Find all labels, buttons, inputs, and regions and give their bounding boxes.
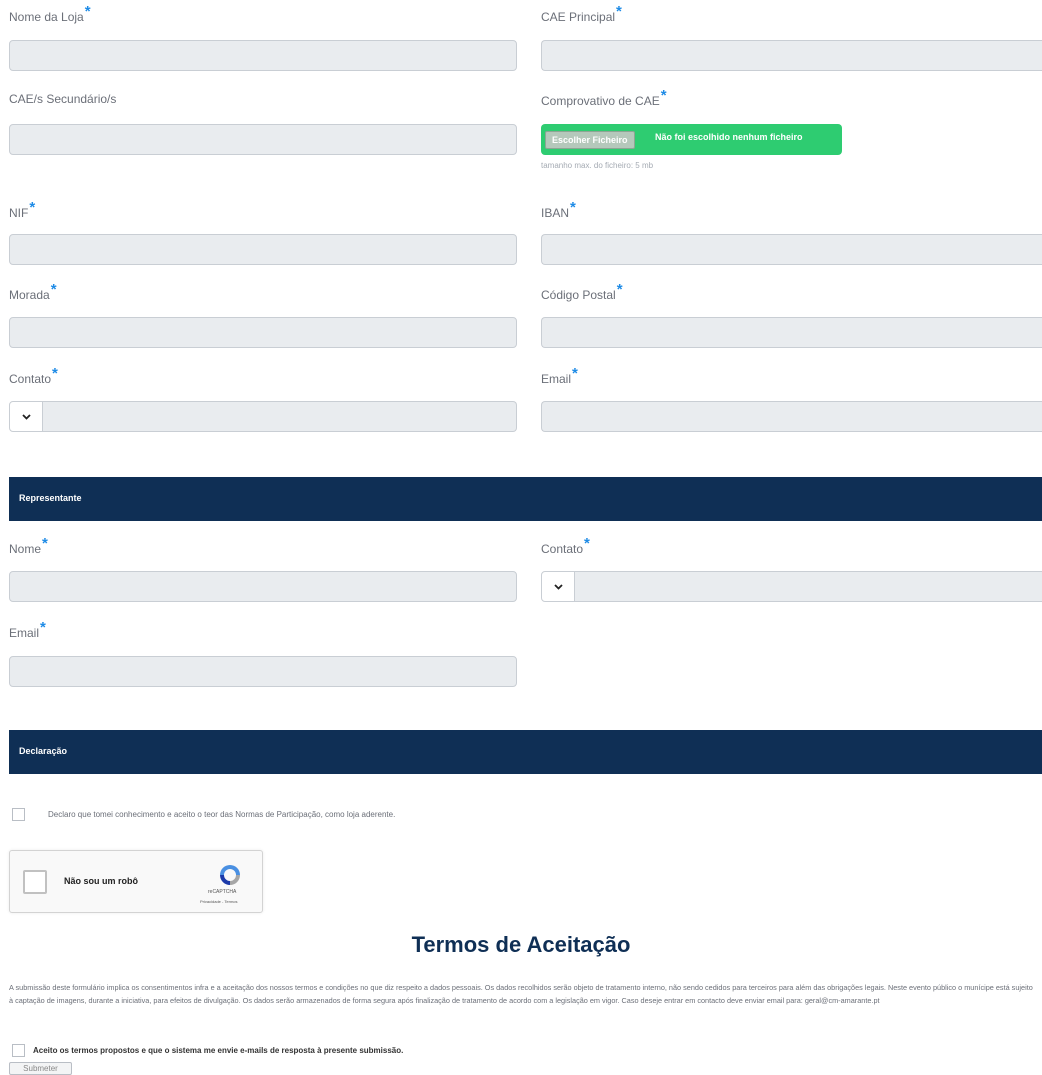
declaracao-checkbox[interactable] [12,808,25,821]
comprovativo-file-input[interactable]: Escolher Ficheiro Não foi escolhido nenh… [541,124,842,155]
codigo-postal-input[interactable] [541,317,1042,348]
morada-label: Morada* [9,281,57,302]
rep-country-code-select[interactable] [541,571,575,602]
country-code-select[interactable] [9,401,43,432]
cae-principal-input[interactable] [541,40,1042,71]
chevron-down-icon [554,584,563,590]
terms-body: A submissão deste formulário implica os … [9,983,1033,1005]
nif-label: NIF* [9,199,36,220]
section-header-declaracao: Declaração [9,730,1042,774]
contato-input[interactable] [43,401,517,432]
nome-loja-input[interactable] [9,40,517,71]
contato-label: Contato* [9,365,58,386]
rep-nome-input[interactable] [9,571,517,602]
recaptcha-logo-icon [220,865,240,885]
email-input[interactable] [541,401,1042,432]
recaptcha-links[interactable]: Privacidade - Termos [200,899,238,904]
comprovativo-cae-label: Comprovativo de CAE* [541,87,667,108]
rep-contato-label: Contato* [541,535,590,556]
submit-button[interactable]: Submeter [9,1062,72,1075]
rep-contato-phone-field [541,571,1042,602]
email-label: Email* [541,365,578,386]
chevron-down-icon [22,414,31,420]
iban-label: IBAN* [541,199,576,220]
rep-contato-input[interactable] [575,571,1042,602]
morada-input[interactable] [9,317,517,348]
choose-file-button[interactable]: Escolher Ficheiro [545,131,635,149]
terms-title: Termos de Aceitação [411,932,631,957]
recaptcha-widget: Não sou um robô reCAPTCHA Privacidade - … [9,850,263,913]
rep-email-input[interactable] [9,656,517,687]
file-status-text: Não foi escolhido nenhum ficheiro [655,132,803,142]
contato-phone-field [9,401,517,432]
recaptcha-label: Não sou um robô [64,876,138,886]
cae-secundario-label: CAE/s Secundário/s [9,92,117,106]
accept-terms-text: Aceito os termos propostos e que o siste… [33,1046,404,1055]
rep-email-label: Email* [9,619,46,640]
rep-nome-label: Nome* [9,535,48,556]
section-header-representante: Representante [9,477,1042,521]
cae-principal-label: CAE Principal* [541,3,622,24]
file-size-hint: tamanho max. do ficheiro: 5 mb [541,161,654,170]
iban-input[interactable] [541,234,1042,265]
nif-input[interactable] [9,234,517,265]
nome-loja-label: Nome da Loja* [9,3,91,24]
recaptcha-checkbox[interactable] [23,870,47,894]
codigo-postal-label: Código Postal* [541,281,623,302]
declaracao-text: Declaro que tomei conhecimento e aceito … [48,810,396,819]
recaptcha-brand: reCAPTCHA [208,889,237,895]
cae-secundario-input[interactable] [9,124,517,155]
accept-terms-checkbox[interactable] [12,1044,25,1057]
